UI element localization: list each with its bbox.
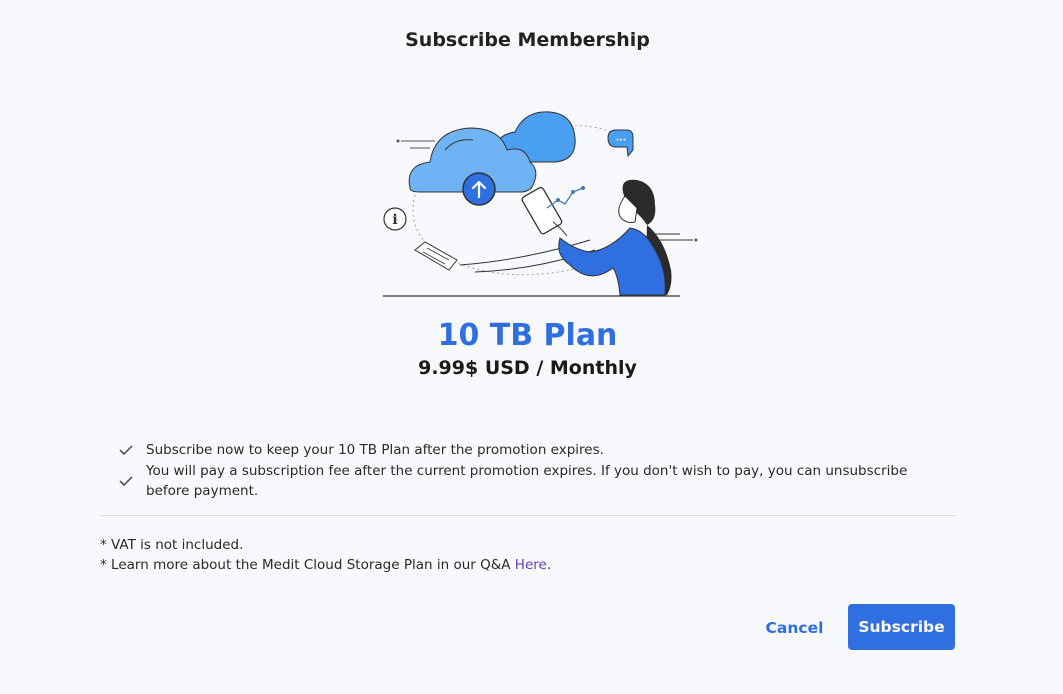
subscribe-dialog: Subscribe Membership i ··· 10 TB Plan 9.… <box>0 0 1063 694</box>
check-icon <box>119 445 133 455</box>
svg-text:i: i <box>392 212 397 228</box>
subscribe-button[interactable]: Subscribe <box>848 604 955 650</box>
qa-here-link[interactable]: Here <box>515 557 547 573</box>
benefit-item: Subscribe now to keep your 10 TB Plan af… <box>118 440 918 460</box>
vat-note: * VAT is not included. <box>100 537 244 553</box>
learn-more-note: * Learn more about the Medit Cloud Stora… <box>100 556 551 576</box>
benefit-item: You will pay a subscription fee after th… <box>118 461 918 501</box>
plan-price: 9.99$ USD / Monthly <box>418 357 637 379</box>
benefits-list: Subscribe now to keep your 10 TB Plan af… <box>118 440 918 502</box>
svg-text:···: ··· <box>616 136 626 146</box>
cloud-upload-illustration: i ··· <box>383 111 698 297</box>
notes: * VAT is not included. * Learn more abou… <box>100 536 551 575</box>
cancel-button[interactable]: Cancel <box>756 608 833 648</box>
check-icon <box>119 476 133 486</box>
learn-more-suffix: . <box>546 556 552 573</box>
divider <box>100 515 955 516</box>
benefit-text: You will pay a subscription fee after th… <box>146 463 908 499</box>
plan-name: 10 TB Plan <box>437 318 618 353</box>
learn-more-text: * Learn more about the Medit Cloud Stora… <box>100 556 515 573</box>
benefit-text: Subscribe now to keep your 10 TB Plan af… <box>146 442 604 458</box>
dialog-title: Subscribe Membership <box>405 29 650 51</box>
